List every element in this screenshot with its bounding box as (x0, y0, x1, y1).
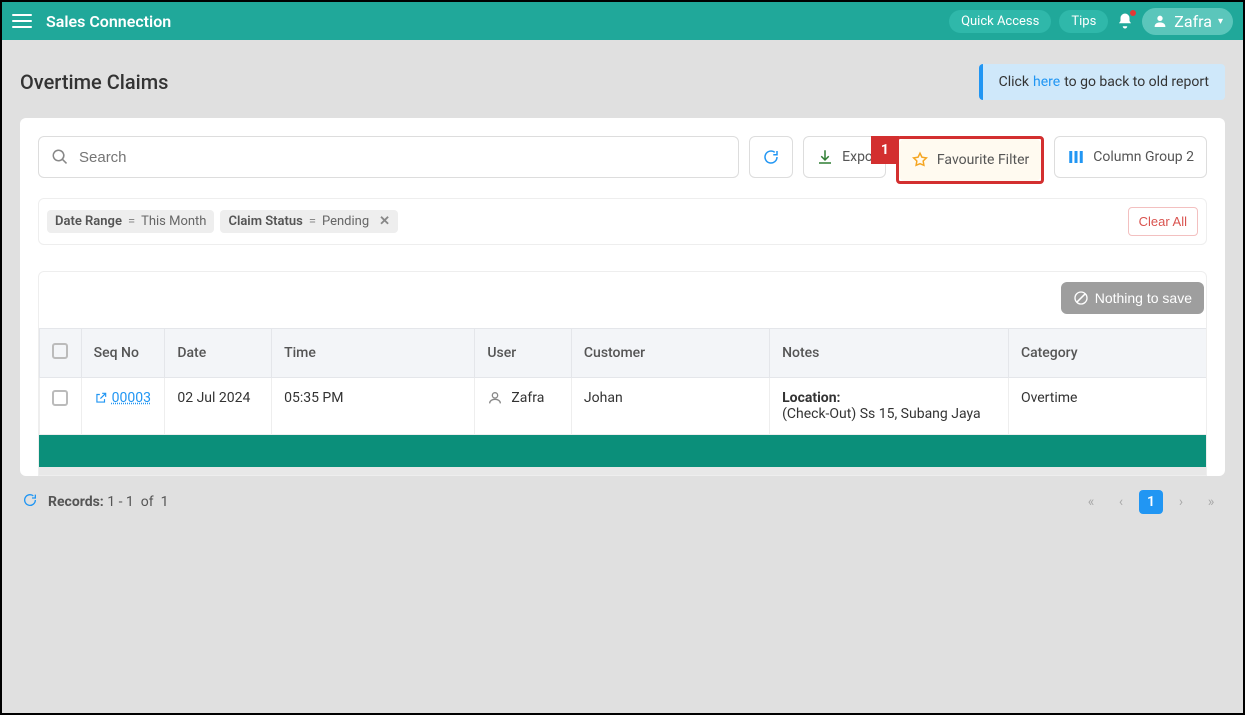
search-field[interactable] (38, 136, 739, 178)
pager: « ‹ 1 › » (1079, 490, 1223, 514)
main-panel: Expo 1 Favourite Filter Column Group 2 D… (20, 118, 1225, 476)
user-name: Zafra (1174, 12, 1212, 31)
footer-refresh-button[interactable] (22, 492, 38, 512)
cell-customer: Johan (571, 378, 769, 435)
person-icon (487, 390, 503, 406)
claims-table: Seq No Date Time User Customer Notes Cat… (39, 328, 1206, 435)
prohibit-icon (1073, 290, 1089, 306)
clear-all-button[interactable]: Clear All (1128, 207, 1198, 236)
favourite-filter-button[interactable]: Favourite Filter (899, 139, 1041, 181)
col-notes[interactable]: Notes (770, 329, 1009, 378)
banner-link[interactable]: here (1033, 74, 1060, 90)
search-input[interactable] (79, 149, 726, 166)
highlight-badge: 1 (871, 136, 899, 164)
cell-category: Overtime (1008, 378, 1206, 435)
select-all-checkbox[interactable] (52, 343, 68, 359)
remove-chip-icon[interactable]: ✕ (379, 214, 390, 229)
refresh-icon (762, 148, 780, 166)
records-count: Records: 1 - 1 of 1 (48, 494, 168, 510)
notifications-icon[interactable] (1116, 12, 1134, 30)
row-checkbox[interactable] (52, 390, 68, 406)
export-label: Expo (842, 149, 873, 165)
banner-suffix: to go back to old report (1064, 74, 1209, 90)
cell-notes: Location: (Check-Out) Ss 15, Subang Jaya (770, 378, 1009, 435)
tips-button[interactable]: Tips (1059, 10, 1108, 33)
filter-chip-date-range[interactable]: Date Range = This Month (47, 210, 214, 233)
quick-access-button[interactable]: Quick Access (949, 10, 1051, 33)
pager-page-current[interactable]: 1 (1139, 490, 1163, 514)
filter-chip-claim-status[interactable]: Claim Status = Pending ✕ (220, 210, 398, 233)
seq-link[interactable]: 00003 (94, 390, 151, 406)
table-row[interactable]: 00003 02 Jul 2024 05:35 PM Zafra (40, 378, 1207, 435)
table-header-row: Seq No Date Time User Customer Notes Cat… (40, 329, 1207, 378)
nothing-to-save-button: Nothing to save (1061, 282, 1204, 314)
info-banner: Click here to go back to old report (979, 64, 1225, 100)
brand-title: Sales Connection (46, 12, 171, 31)
user-icon (1152, 13, 1168, 29)
favourite-filter-label: Favourite Filter (937, 152, 1029, 168)
chevron-down-icon: ▾ (1218, 16, 1223, 27)
refresh-button[interactable] (749, 136, 793, 178)
banner-prefix: Click (999, 74, 1029, 90)
search-icon (51, 148, 69, 166)
column-group-label: Column Group 2 (1093, 149, 1194, 165)
footer: Records: 1 - 1 of 1 « ‹ 1 › » (2, 476, 1243, 528)
col-category[interactable]: Category (1008, 329, 1206, 378)
filter-chips: Date Range = This Month Claim Status = P… (47, 210, 398, 233)
col-date[interactable]: Date (165, 329, 272, 378)
cell-date: 02 Jul 2024 (165, 378, 272, 435)
cell-user: Zafra (487, 390, 544, 406)
columns-icon (1067, 148, 1085, 166)
table-footer-strip (39, 435, 1206, 467)
col-time[interactable]: Time (272, 329, 475, 378)
external-link-icon (94, 391, 108, 405)
menu-icon[interactable] (12, 14, 32, 28)
table-scroll[interactable]: Seq No Date Time User Customer Notes Cat… (39, 328, 1206, 475)
col-user[interactable]: User (475, 329, 572, 378)
column-group-button[interactable]: Column Group 2 (1054, 136, 1207, 178)
download-icon (816, 148, 834, 166)
cell-time: 05:35 PM (272, 378, 475, 435)
top-bar: Sales Connection Quick Access Tips Zafra… (2, 2, 1243, 40)
star-icon (911, 151, 929, 169)
col-seq[interactable]: Seq No (81, 329, 165, 378)
pager-first[interactable]: « (1079, 490, 1103, 514)
user-menu[interactable]: Zafra ▾ (1142, 8, 1233, 35)
pager-last[interactable]: » (1199, 490, 1223, 514)
page-title: Overtime Claims (20, 70, 168, 94)
pager-prev[interactable]: ‹ (1109, 490, 1133, 514)
refresh-icon (22, 492, 38, 508)
pager-next[interactable]: › (1169, 490, 1193, 514)
col-customer[interactable]: Customer (571, 329, 769, 378)
favourite-filter-highlight: 1 Favourite Filter (896, 136, 1044, 184)
